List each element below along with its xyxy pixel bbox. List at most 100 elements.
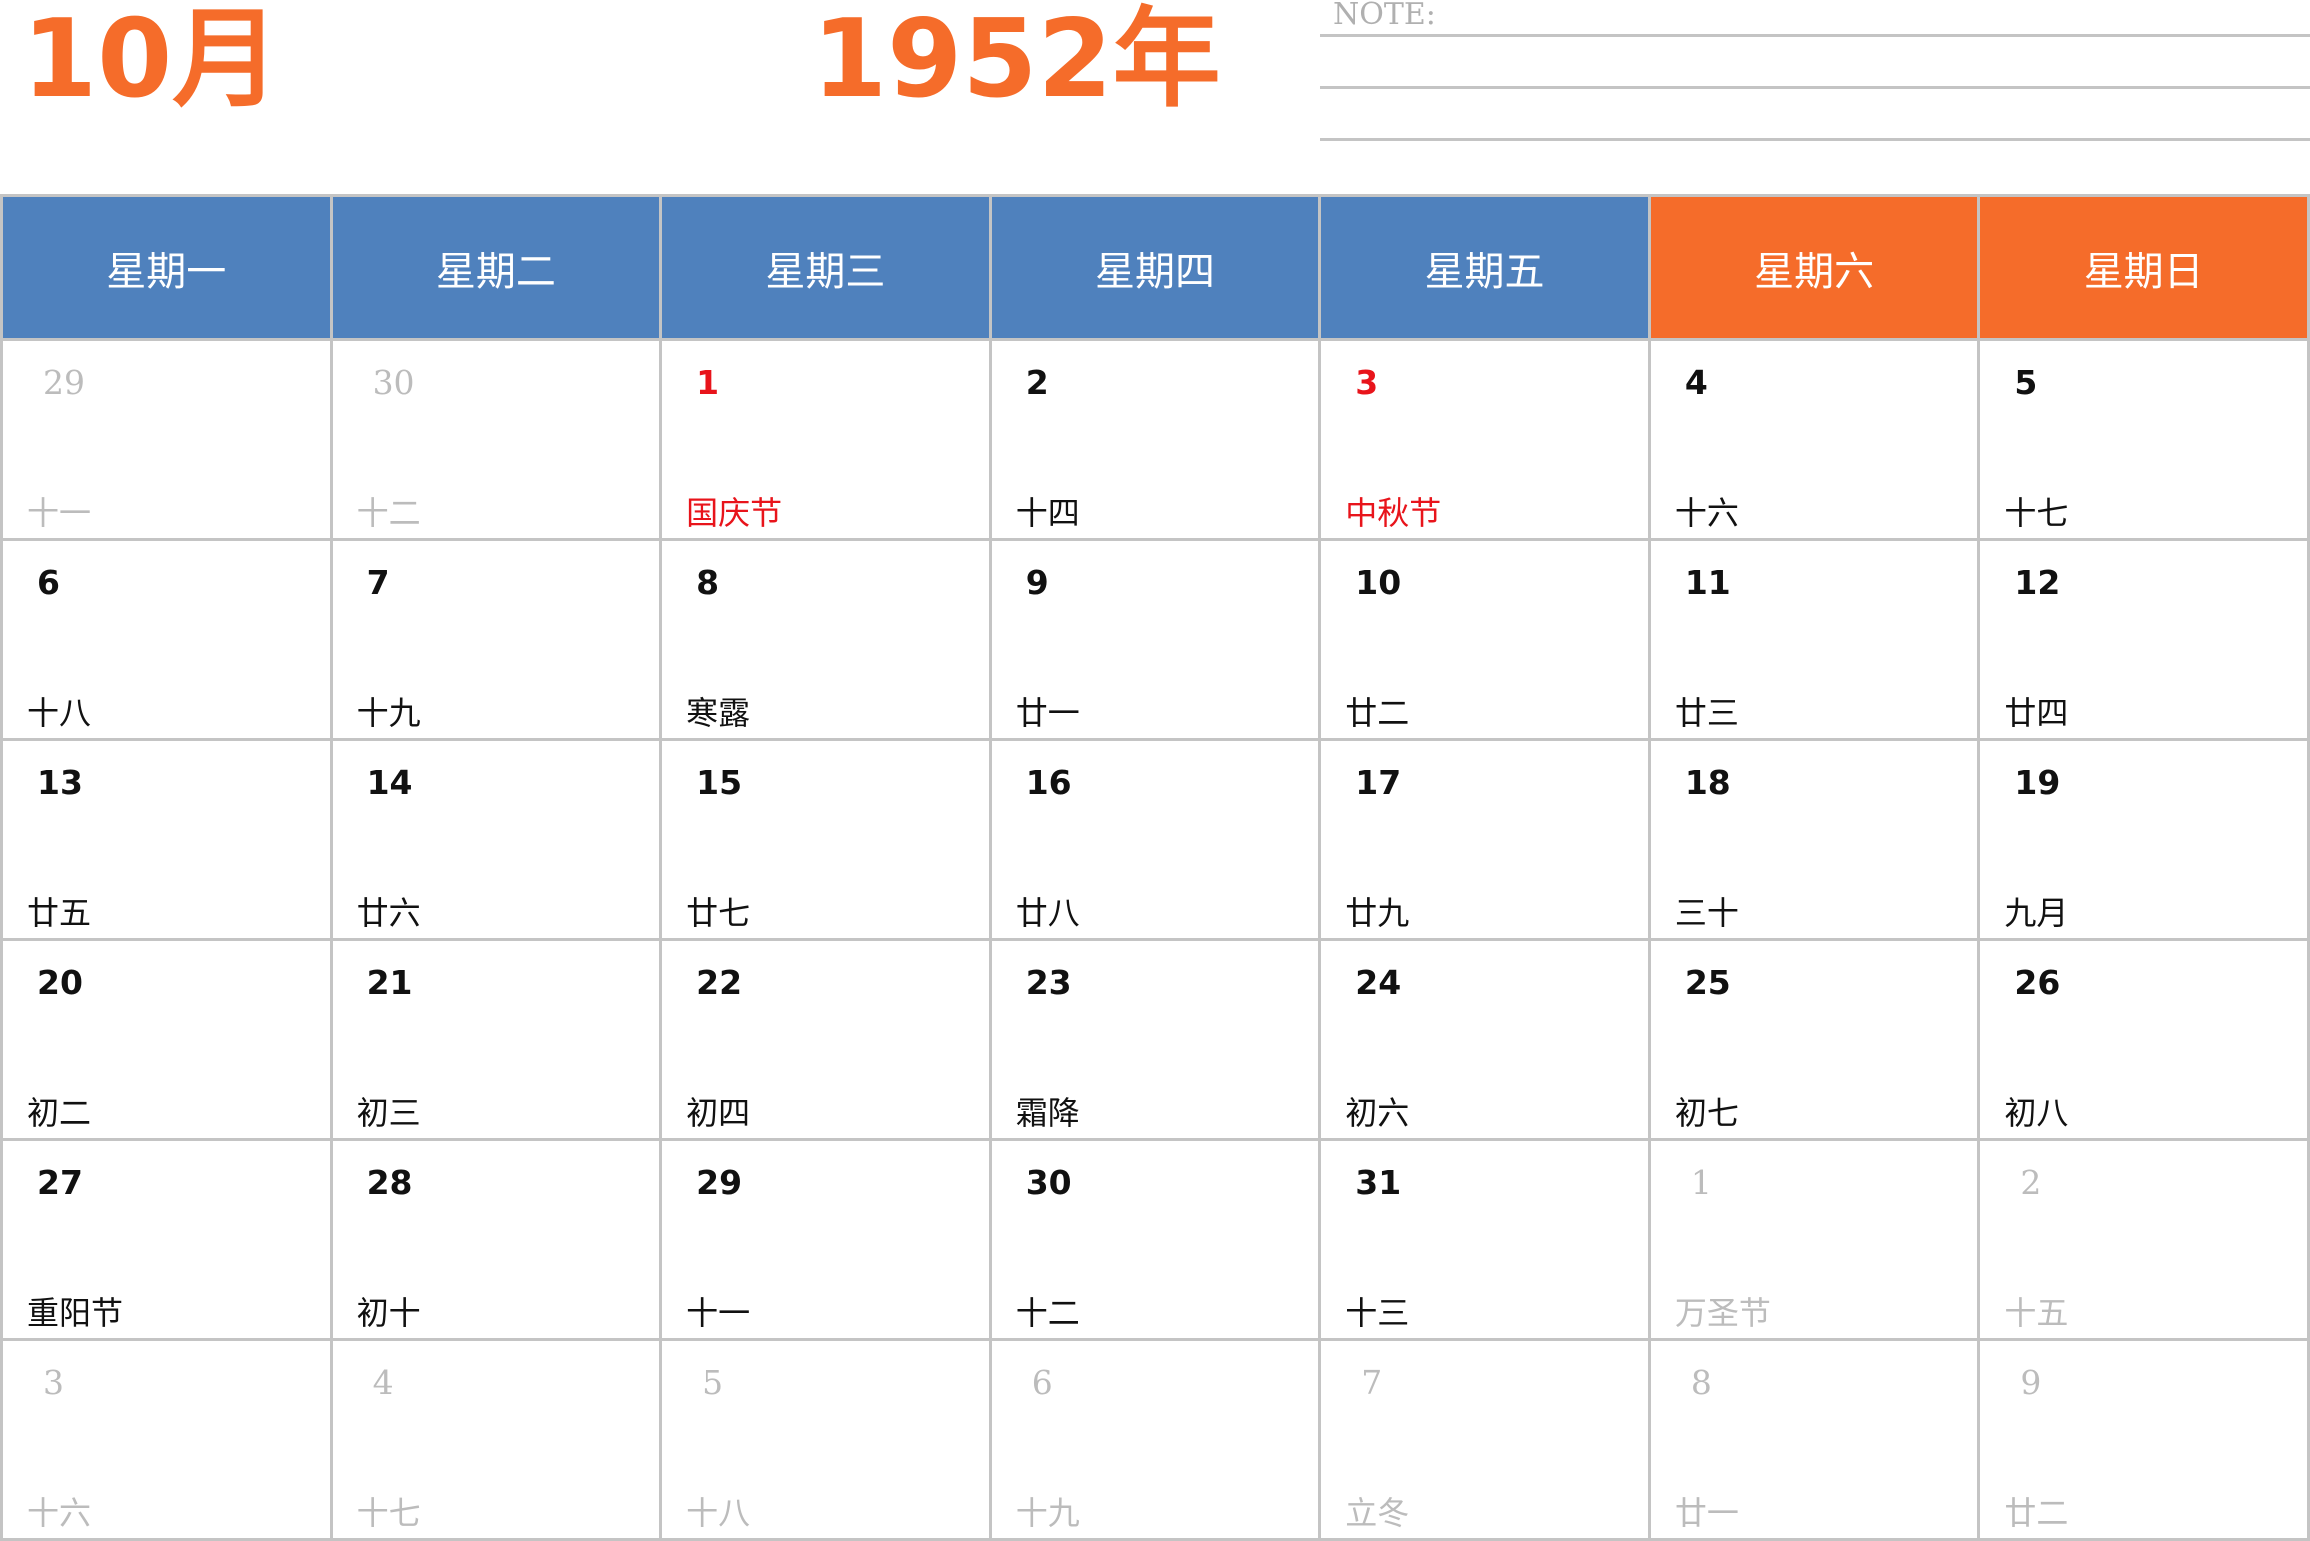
day-number: 6 (37, 563, 60, 602)
lunar-date: 初六 (1345, 1094, 1410, 1132)
day-number: 30 (372, 363, 415, 402)
week-row: 29 十一 30 十二 1 国庆节 2 十四 3 中秋节 4 十六 5 十七 (0, 338, 2310, 541)
day-cell[interactable]: 10 廿二 (1318, 538, 1651, 741)
day-cell[interactable]: 4 十六 (1647, 338, 1981, 541)
lunar-date: 十三 (1345, 1294, 1410, 1332)
day-cell[interactable]: 3 十六 (0, 1338, 333, 1541)
day-cell[interactable]: 9 廿一 (988, 538, 1322, 741)
day-cell[interactable]: 14 廿六 (329, 738, 663, 941)
day-number: 20 (37, 963, 83, 1002)
day-number: 9 (2020, 1363, 2042, 1402)
day-cell[interactable]: 23 霜降 (988, 938, 1322, 1141)
day-number: 8 (1690, 1363, 1712, 1402)
note-line (1320, 86, 2310, 89)
day-cell[interactable]: 2 十四 (988, 338, 1322, 541)
day-cell[interactable]: 8 寒露 (659, 538, 992, 741)
day-cell[interactable]: 30 十二 (988, 1138, 1322, 1341)
day-cell[interactable]: 1 国庆节 (659, 338, 992, 541)
lunar-date: 初三 (356, 1094, 421, 1132)
lunar-date: 十四 (1015, 494, 1080, 532)
lunar-date: 十五 (2004, 1294, 2069, 1332)
lunar-date: 初四 (686, 1094, 751, 1132)
weekday-header: 星期六 (1647, 194, 1981, 341)
day-cell[interactable]: 24 初六 (1318, 938, 1651, 1141)
day-number: 31 (1355, 1163, 1402, 1202)
day-number: 14 (366, 763, 413, 802)
day-number: 8 (696, 563, 720, 602)
day-cell[interactable]: 29 十一 (0, 338, 333, 541)
lunar-date: 重阳节 (27, 1294, 124, 1332)
day-cell[interactable]: 30 十二 (329, 338, 663, 541)
day-cell[interactable]: 16 廿八 (988, 738, 1322, 941)
day-cell[interactable]: 27 重阳节 (0, 1138, 333, 1341)
day-cell[interactable]: 7 十九 (329, 538, 663, 741)
day-number: 2 (2020, 1163, 2042, 1202)
lunar-date: 寒露 (686, 694, 751, 732)
week-row: 3 十六 4 十七 5 十八 6 十九 7 立冬 8 廿一 9 廿二 (0, 1338, 2310, 1541)
lunar-date: 万圣节 (1674, 1294, 1771, 1332)
day-number: 3 (43, 1363, 64, 1402)
week-row: 6 十八 7 十九 8 寒露 9 廿一 10 廿二 11 廿三 12 廿四 (0, 538, 2310, 741)
day-cell[interactable]: 26 初八 (1977, 938, 2310, 1141)
weekday-header: 星期三 (659, 194, 992, 341)
day-number: 17 (1355, 763, 1402, 802)
lunar-date: 十六 (1674, 494, 1739, 532)
lunar-date: 初八 (2004, 1094, 2069, 1132)
day-cell[interactable]: 28 初十 (329, 1138, 663, 1341)
lunar-date: 九月 (2004, 894, 2069, 932)
day-cell[interactable]: 20 初二 (0, 938, 333, 1141)
lunar-date: 三十 (1674, 894, 1739, 932)
day-cell[interactable]: 7 立冬 (1318, 1338, 1651, 1541)
day-cell[interactable]: 11 廿三 (1647, 538, 1981, 741)
day-cell[interactable]: 5 十八 (659, 1338, 992, 1541)
day-cell[interactable]: 5 十七 (1977, 338, 2310, 541)
lunar-date: 十二 (356, 494, 421, 532)
day-number: 2 (1025, 363, 1049, 402)
weekday-header: 星期五 (1318, 194, 1651, 341)
day-cell[interactable]: 2 十五 (1977, 1138, 2310, 1341)
day-cell[interactable]: 4 十七 (329, 1338, 663, 1541)
day-number: 4 (1684, 363, 1708, 402)
year-title: 1952年 (812, 0, 1221, 122)
day-cell[interactable]: 6 十九 (988, 1338, 1322, 1541)
week-row: 13 廿五 14 廿六 15 廿七 16 廿八 17 廿九 18 三十 19 九月 (0, 738, 2310, 941)
day-number: 5 (2014, 363, 2038, 402)
day-number: 3 (1355, 363, 1379, 402)
day-cell[interactable]: 3 中秋节 (1318, 338, 1651, 541)
day-cell[interactable]: 13 廿五 (0, 738, 333, 941)
day-cell[interactable]: 31 十三 (1318, 1138, 1651, 1341)
day-cell[interactable]: 1 万圣节 (1647, 1138, 1981, 1341)
day-cell[interactable]: 25 初七 (1647, 938, 1981, 1141)
day-cell[interactable]: 17 廿九 (1318, 738, 1651, 941)
lunar-date: 十二 (1015, 1294, 1080, 1332)
day-number: 30 (1025, 1163, 1072, 1202)
day-cell[interactable]: 9 廿二 (1977, 1338, 2310, 1541)
day-cell[interactable]: 19 九月 (1977, 738, 2310, 941)
day-cell[interactable]: 18 三十 (1647, 738, 1981, 941)
day-number: 13 (37, 763, 83, 802)
lunar-date: 廿五 (27, 894, 92, 932)
day-number: 27 (37, 1163, 83, 1202)
day-cell[interactable]: 29 十一 (659, 1138, 992, 1341)
day-number: 29 (696, 1163, 743, 1202)
day-number: 10 (1355, 563, 1402, 602)
lunar-date: 十九 (1015, 1494, 1080, 1532)
weekday-header: 星期一 (0, 194, 333, 341)
note-label: NOTE: (1333, 0, 1436, 32)
day-cell[interactable]: 6 十八 (0, 538, 333, 741)
day-number: 23 (1025, 963, 1072, 1002)
day-number: 28 (366, 1163, 413, 1202)
day-number: 7 (366, 563, 390, 602)
lunar-date: 初七 (1674, 1094, 1739, 1132)
week-row: 27 重阳节 28 初十 29 十一 30 十二 31 十三 1 万圣节 2 十五 (0, 1138, 2310, 1341)
day-cell[interactable]: 22 初四 (659, 938, 992, 1141)
day-cell[interactable]: 15 廿七 (659, 738, 992, 941)
day-cell[interactable]: 12 廿四 (1977, 538, 2310, 741)
lunar-date: 廿二 (2004, 1494, 2069, 1532)
lunar-date: 中秋节 (1345, 494, 1442, 532)
day-number: 9 (1025, 563, 1049, 602)
day-cell[interactable]: 8 廿一 (1647, 1338, 1981, 1541)
day-cell[interactable]: 21 初三 (329, 938, 663, 1141)
day-number: 25 (1684, 963, 1731, 1002)
lunar-date: 十八 (27, 694, 92, 732)
